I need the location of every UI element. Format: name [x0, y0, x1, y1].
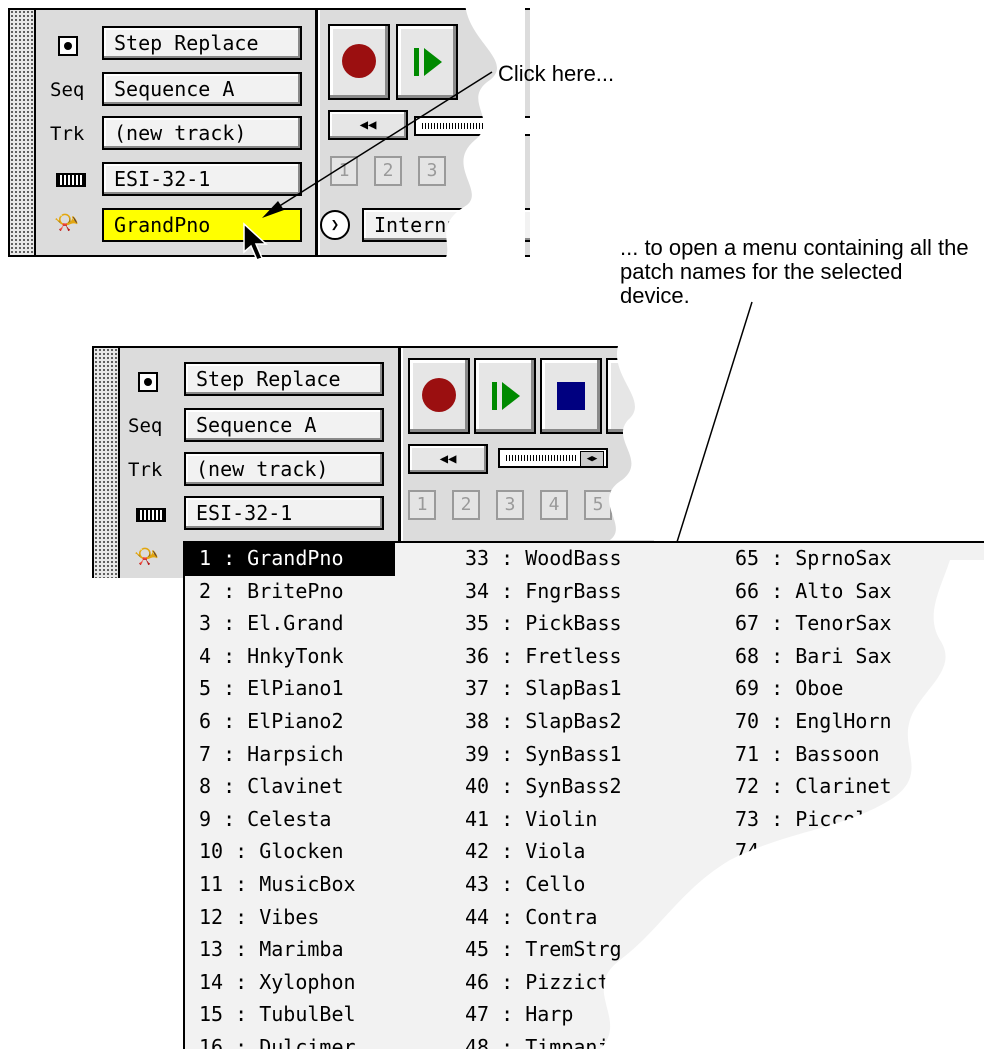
record-mode-button[interactable]: Step Replace: [184, 362, 384, 396]
patch-menu-item[interactable]: 47 : Harp: [465, 999, 573, 1032]
patch-menu-item[interactable]: 6 : ElPiano2: [199, 706, 344, 739]
patch-menu-item[interactable]: 10 : Glocken: [199, 836, 344, 869]
locate-button-2[interactable]: 2: [452, 490, 480, 520]
patch-menu-item[interactable]: 9 : Celesta: [199, 804, 331, 837]
patch-menu-item[interactable]: 5 : ElPiano1: [199, 673, 344, 706]
patch-menu-item[interactable]: 14 : Xylophon: [199, 967, 356, 1000]
menu-note-annotation: ... to open a menu containing all the pa…: [620, 235, 969, 308]
patch-menu-item[interactable]: 13 : Marimba: [199, 934, 344, 967]
keyboard-device-icon: [136, 508, 166, 522]
panel-grip[interactable]: [94, 348, 120, 578]
patch-menu-item[interactable]: 8 : Clavinet: [199, 771, 344, 804]
patch-menu-item[interactable]: 15 : TubulBel: [199, 999, 356, 1032]
record-icon: [422, 378, 456, 412]
torn-edge-bottom: [609, 340, 670, 540]
play-triangle-icon: [502, 382, 520, 410]
patch-menu-item[interactable]: 1 : GrandPno: [185, 543, 395, 576]
sequence-button[interactable]: Sequence A: [184, 408, 384, 442]
locate-button-3[interactable]: 3: [496, 490, 524, 520]
seq-label: Seq: [128, 415, 163, 437]
play-button[interactable]: [474, 358, 536, 434]
patch-menu-item[interactable]: 16 : Dulcimer: [199, 1032, 356, 1049]
patch-horn-icon: 📯: [134, 544, 159, 568]
rewind-button[interactable]: ◀◀: [408, 444, 488, 474]
trk-label: Trk: [128, 459, 163, 481]
torn-edge-menu: [600, 560, 984, 1049]
track-button[interactable]: (new track): [184, 452, 384, 486]
record-mode-icon: [138, 372, 158, 392]
patch-menu-item[interactable]: 2 : BritePno: [199, 576, 344, 609]
patch-menu-item[interactable]: 11 : MusicBox: [199, 869, 356, 902]
patch-menu-item[interactable]: 7 : Harpsich: [199, 739, 344, 772]
patch-menu-item[interactable]: 4 : HnkyTonk: [199, 641, 344, 674]
record-button[interactable]: [408, 358, 470, 434]
locate-button-1[interactable]: 1: [408, 490, 436, 520]
device-button[interactable]: ESI-32-1: [184, 496, 384, 530]
patch-menu-item[interactable]: 3 : El.Grand: [199, 608, 344, 641]
patch-menu-item[interactable]: 12 : Vibes: [199, 902, 319, 935]
play-icon: [492, 382, 497, 410]
